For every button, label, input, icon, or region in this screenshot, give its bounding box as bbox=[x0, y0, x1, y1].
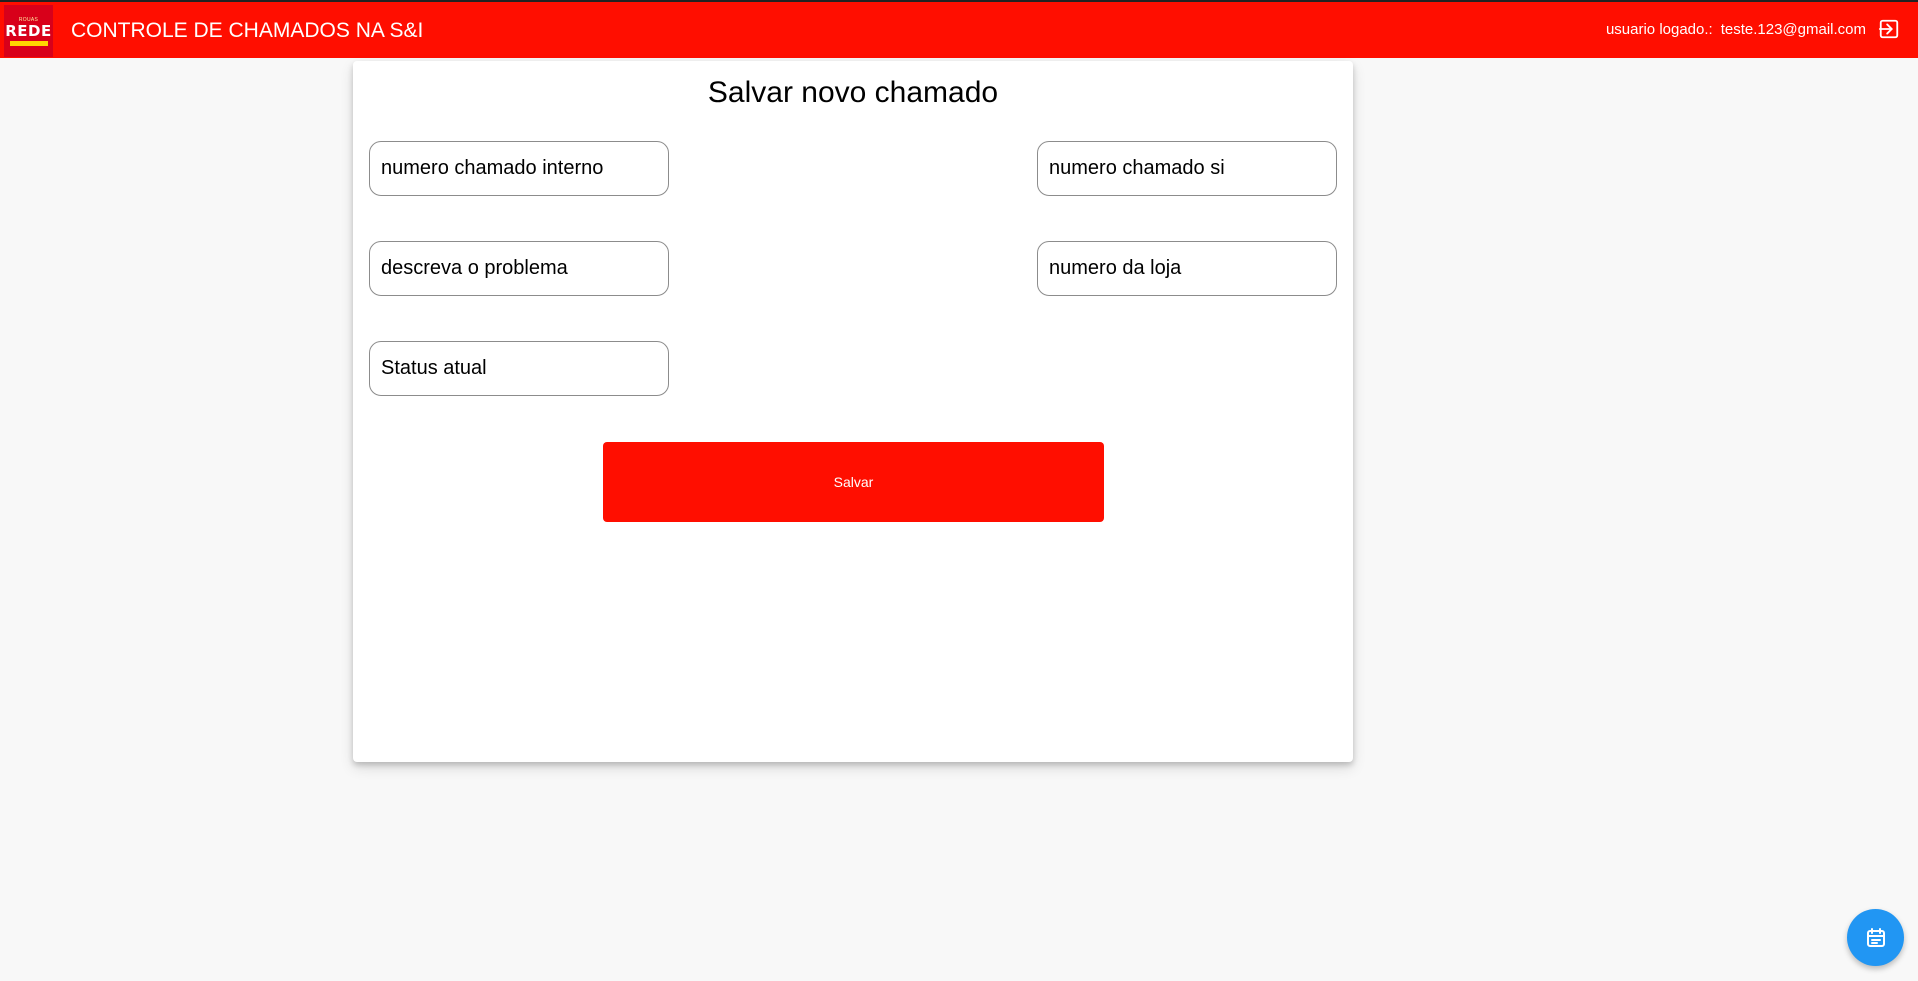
user-label: usuario logado.: bbox=[1605, 20, 1713, 38]
numero-loja-input[interactable] bbox=[1037, 241, 1337, 296]
form-title: Salvar novo chamado bbox=[707, 76, 999, 109]
descricao-problema-input[interactable] bbox=[369, 241, 669, 296]
app-title: CONTROLE DE CHAMADOS NA S&I bbox=[71, 19, 424, 42]
rede-logo: ROUAS REDE bbox=[4, 5, 53, 57]
new-ticket-card: Salvar novo chamado Salvar bbox=[353, 61, 1353, 762]
logo-yellow-strip bbox=[9, 40, 48, 46]
save-button[interactable]: Salvar bbox=[603, 442, 1104, 522]
logout-icon[interactable] bbox=[1878, 18, 1900, 40]
numero-chamado-interno-input[interactable] bbox=[369, 141, 669, 196]
status-atual-input[interactable] bbox=[369, 341, 669, 396]
user-info: usuario logado.: teste.123@gmail.com bbox=[1606, 18, 1900, 40]
numero-chamado-si-input[interactable] bbox=[1037, 141, 1337, 196]
user-email: teste.123@gmail.com bbox=[1720, 20, 1866, 38]
app-header: ROUAS REDE CONTROLE DE CHAMADOS NA S&I u… bbox=[0, 0, 1918, 58]
calendar-icon bbox=[1866, 927, 1885, 947]
logo-main-text: REDE bbox=[5, 21, 52, 40]
calendar-fab-button[interactable] bbox=[1847, 909, 1904, 966]
